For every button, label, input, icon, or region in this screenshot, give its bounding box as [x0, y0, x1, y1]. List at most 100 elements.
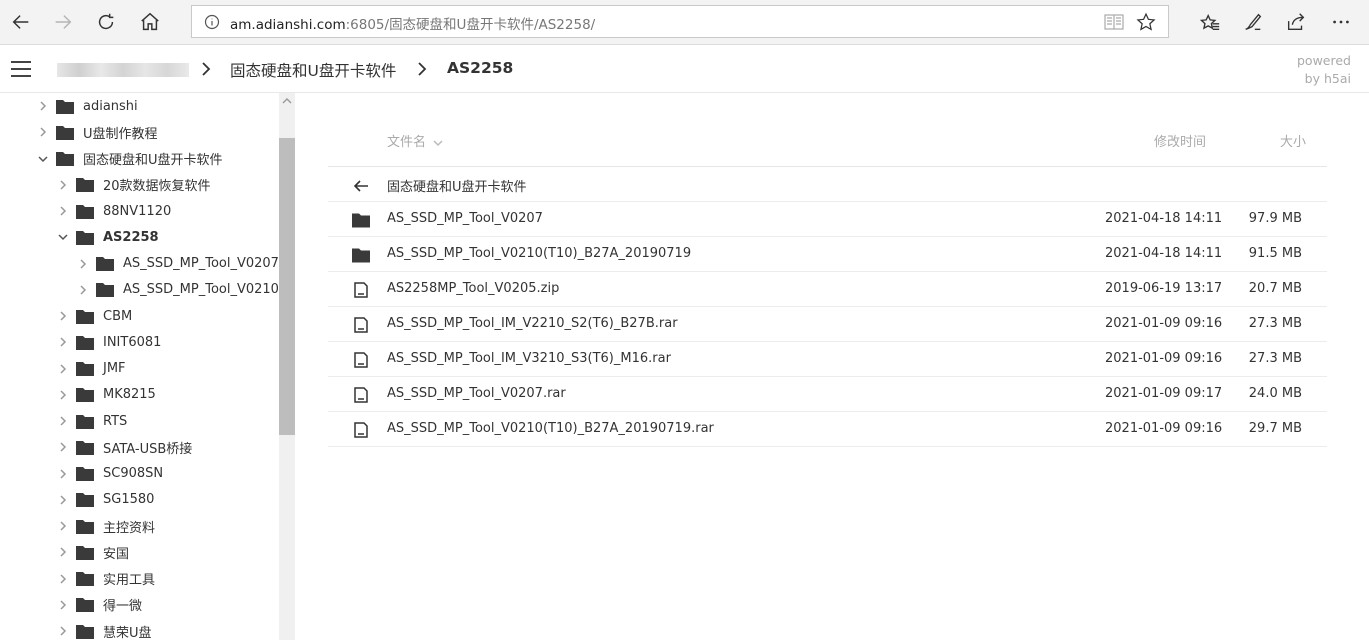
folder-icon [76, 309, 94, 324]
chevron-right-icon[interactable] [56, 467, 70, 481]
chevron-down-icon[interactable] [36, 152, 50, 166]
info-icon[interactable] [204, 14, 220, 30]
sidebar-tree-label: AS_SSD_MP_Tool_V0210( [123, 282, 285, 298]
file-name[interactable]: AS_SSD_MP_Tool_V0207 [387, 211, 543, 226]
sidebar-tree-item[interactable]: SG1580 [56, 487, 154, 513]
file-row[interactable]: AS_SSD_MP_Tool_V0210(T10)_B27A_20190719 2… [328, 237, 1327, 272]
sidebar-tree-item[interactable]: 20款数据恢复软件 [56, 172, 211, 198]
file-name[interactable]: AS_SSD_MP_Tool_IM_V2210_S2(T6)_B27B.rar [387, 316, 678, 331]
sidebar-tree-item[interactable]: 得一微 [56, 592, 142, 618]
folder-icon [76, 440, 94, 455]
notes-button[interactable] [1240, 9, 1266, 35]
file-row[interactable]: AS_SSD_MP_Tool_IM_V2210_S2(T6)_B27B.rar 2… [328, 307, 1327, 342]
chevron-right-icon[interactable] [56, 440, 70, 454]
chevron-down-icon[interactable] [56, 230, 70, 244]
chevron-right-icon[interactable] [36, 125, 50, 139]
more-button[interactable] [1328, 9, 1354, 35]
breadcrumb-root-redacted[interactable] [57, 63, 189, 77]
sidebar-tree-item[interactable]: SC908SN [56, 461, 163, 487]
file-row[interactable]: AS_SSD_MP_Tool_V0207.rar 2021-01-09 09:17… [328, 377, 1327, 412]
sidebar-tree-item[interactable]: INIT6081 [56, 329, 161, 355]
forward-button[interactable] [48, 7, 78, 37]
folder-icon [76, 467, 94, 481]
sidebar-tree-label: RTS [103, 413, 128, 429]
chevron-right-icon[interactable] [56, 624, 70, 638]
sidebar-tree-item[interactable]: 固态硬盘和U盘开卡软件 [36, 146, 223, 172]
powered-by[interactable]: powered by h5ai [1297, 52, 1351, 88]
file-row[interactable]: AS_SSD_MP_Tool_V0210(T10)_B27A_20190719.… [328, 412, 1327, 447]
chevron-right-icon[interactable] [56, 545, 70, 559]
file-row[interactable]: AS2258MP_Tool_V0205.zip 2019-06-19 13:17 2… [328, 272, 1327, 307]
sidebar-tree-label: 得一微 [103, 599, 143, 615]
chevron-right-icon[interactable] [56, 572, 70, 586]
file-size: 24.0 MB [1248, 386, 1302, 401]
chevron-right-icon[interactable] [56, 362, 70, 376]
chevron-right-icon[interactable] [56, 204, 70, 218]
sidebar-tree-item[interactable]: JMF [56, 356, 126, 382]
sidebar-tree-item[interactable]: RTS [56, 408, 127, 434]
file-name[interactable]: AS2258MP_Tool_V0205.zip [387, 281, 559, 296]
folder-icon [96, 257, 114, 271]
breadcrumb-item[interactable]: 固态硬盘和U盘开卡软件 [230, 59, 396, 81]
sidebar-tree-item[interactable]: CBM [56, 303, 132, 329]
arrow-left-icon [12, 15, 29, 29]
chevron-right-icon[interactable] [76, 283, 90, 297]
chevron-right-icon[interactable] [56, 178, 70, 192]
folder-icon [76, 362, 94, 376]
chevron-right-icon[interactable] [36, 99, 50, 113]
chevron-right-icon[interactable] [56, 598, 70, 612]
scroll-up-arrow-icon[interactable] [282, 97, 292, 105]
url-text[interactable]: am.adianshi.com:6805/固态硬盘和U盘开卡软件/AS2258/ [230, 13, 595, 33]
sidebar-scrollbar-thumb[interactable] [279, 138, 295, 435]
chevron-right-icon[interactable] [56, 388, 70, 402]
share-button[interactable] [1283, 9, 1309, 35]
menu-toggle-icon[interactable] [11, 61, 31, 77]
sidebar-tree-item[interactable]: AS2258 [56, 224, 159, 250]
file-row[interactable]: AS_SSD_MP_Tool_V0207 2021-04-18 14:11 97.9… [328, 202, 1327, 237]
sidebar-tree-item[interactable]: U盘制作教程 [36, 119, 158, 145]
sidebar-tree-item[interactable]: AS_SSD_MP_Tool_V0210( [76, 277, 284, 303]
column-header-name-label: 文件名 [387, 135, 427, 150]
favorite-star-icon[interactable] [1136, 12, 1156, 32]
chevron-right-icon[interactable] [76, 257, 90, 271]
sidebar-tree-item[interactable]: MK8215 [56, 382, 156, 408]
file-name[interactable]: AS_SSD_MP_Tool_V0210(T10)_B27A_20190719.… [387, 421, 714, 436]
column-header-name[interactable]: 文件名 [387, 131, 443, 150]
folder-tree-sidebar: adianshi U盘制作教程 固态硬盘和U盘开卡软件 20款数据恢复软件 88NV11… [0, 93, 295, 640]
file-size: 27.3 MB [1248, 351, 1302, 366]
parent-folder-row[interactable]: 固态硬盘和U盘开卡软件 [328, 167, 1327, 202]
folder-icon [352, 213, 370, 228]
address-bar[interactable]: am.adianshi.com:6805/固态硬盘和U盘开卡软件/AS2258/ [191, 5, 1169, 38]
sidebar-tree-label: 安国 [103, 546, 130, 562]
file-name[interactable]: AS_SSD_MP_Tool_V0207.rar [387, 386, 566, 401]
chevron-right-icon[interactable] [56, 519, 70, 533]
folder-icon [56, 99, 74, 114]
chevron-right-icon[interactable] [56, 309, 70, 323]
home-button[interactable] [135, 7, 165, 37]
chevron-right-icon[interactable] [56, 493, 70, 507]
sidebar-tree-item[interactable]: SATA-USB桥接 [56, 434, 192, 460]
folder-icon [76, 572, 94, 586]
sidebar-tree-item[interactable]: adianshi [36, 93, 138, 119]
chevron-right-icon[interactable] [56, 414, 70, 428]
refresh-button[interactable] [91, 7, 121, 37]
column-header-modified[interactable]: 修改时间 [1154, 131, 1206, 150]
back-button[interactable] [6, 7, 36, 37]
file-row[interactable]: AS_SSD_MP_Tool_IM_V3210_S3(T6)_M16.rar 20… [328, 342, 1327, 377]
sidebar-tree-label: 慧荣U盘 [103, 625, 152, 640]
sidebar-tree-item[interactable]: 慧荣U盘 [56, 618, 152, 640]
sidebar-tree-item[interactable]: 实用工具 [56, 566, 155, 592]
favorites-hub-button[interactable] [1197, 9, 1223, 35]
reading-view-icon[interactable] [1104, 13, 1124, 31]
sidebar-tree-item[interactable]: AS_SSD_MP_Tool_V0207 [76, 251, 279, 277]
file-name[interactable]: AS_SSD_MP_Tool_IM_V3210_S3(T6)_M16.rar [387, 351, 671, 366]
sidebar-tree-item[interactable]: 主控资料 [56, 513, 155, 539]
breadcrumb-current[interactable]: AS2258 [447, 59, 513, 77]
folder-icon [76, 624, 94, 639]
sidebar-tree-item[interactable]: 安国 [56, 539, 129, 565]
sidebar-tree-item[interactable]: 88NV1120 [56, 198, 171, 224]
chevron-right-icon[interactable] [56, 335, 70, 349]
column-header-size[interactable]: 大小 [1280, 131, 1306, 150]
sidebar-tree-label: MK8215 [103, 387, 156, 403]
file-name[interactable]: AS_SSD_MP_Tool_V0210(T10)_B27A_20190719 [387, 246, 691, 261]
